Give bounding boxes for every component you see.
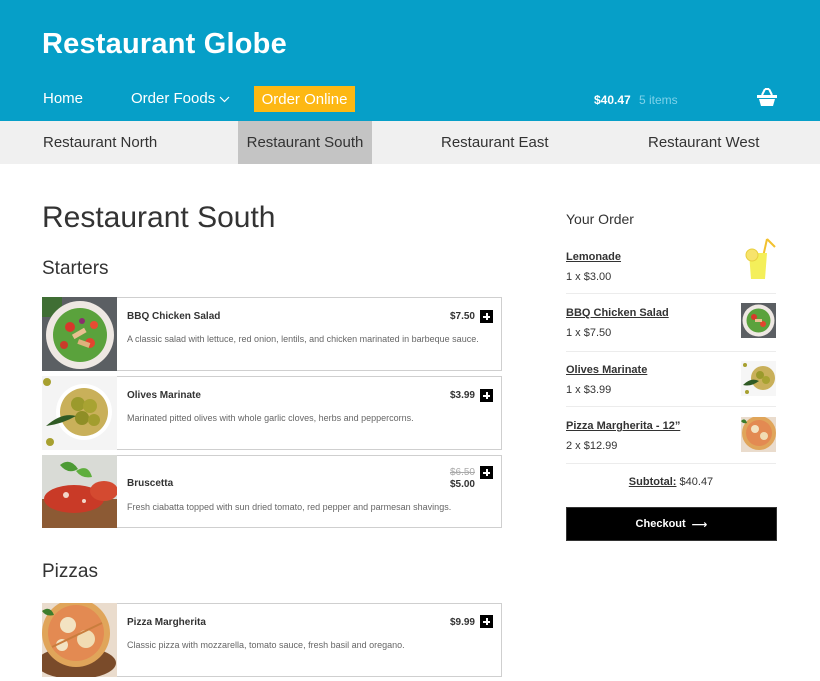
- salad-image: [741, 303, 776, 338]
- order-item: Olives Marinate 1 x $3.99: [566, 361, 776, 404]
- menu-item: Pizza Margherita Classic pizza with mozz…: [42, 603, 502, 677]
- pizza-image: [42, 603, 117, 677]
- add-to-order-button[interactable]: [480, 389, 493, 402]
- olives-image: [741, 361, 776, 396]
- nav-order-foods-label: Order Foods: [131, 90, 216, 107]
- order-divider: [566, 406, 776, 407]
- olives-image: [42, 376, 117, 450]
- menu-item-name: Bruscetta: [127, 478, 174, 489]
- lemonade-image: [741, 237, 776, 281]
- cart-item-count: 5 items: [639, 93, 678, 107]
- section-title-pizzas: Pizzas: [42, 561, 98, 582]
- menu-item-name: BBQ Chicken Salad: [127, 311, 221, 322]
- menu-item-description: A classic salad with lettuce, red onion,…: [127, 334, 479, 344]
- order-item-quantity: 1 x $7.50: [566, 327, 612, 339]
- menu-item: BBQ Chicken Salad A classic salad with l…: [42, 297, 502, 371]
- subtotal-value: $40.47: [679, 476, 714, 488]
- arrow-right-icon: ⟶: [691, 518, 708, 531]
- site-title[interactable]: Restaurant Globe: [42, 28, 287, 61]
- order-item-quantity: 2 x $12.99: [566, 440, 618, 452]
- nav-order-foods-dropdown[interactable]: Order Foods: [131, 90, 230, 107]
- menu-item-price: $7.50: [449, 311, 475, 322]
- order-online-button[interactable]: Order Online: [254, 86, 355, 112]
- menu-item-description: Fresh ciabatta topped with sun dried tom…: [127, 502, 452, 512]
- menu-item-price: $9.99: [449, 617, 475, 628]
- menu-item-sale-price: $5.00: [449, 479, 475, 490]
- order-title: Your Order: [566, 211, 634, 227]
- tab-restaurant-west[interactable]: Restaurant West: [648, 121, 759, 164]
- nav-home-link[interactable]: Home: [43, 90, 83, 107]
- bruschetta-image: [42, 455, 117, 529]
- chevron-down-icon: [219, 96, 230, 103]
- page-title: Restaurant South: [42, 201, 276, 234]
- checkout-label: Checkout: [635, 518, 686, 530]
- order-item: Lemonade 1 x $3.00: [566, 237, 776, 291]
- order-item-name[interactable]: Lemonade: [566, 251, 621, 263]
- tab-restaurant-north[interactable]: Restaurant North: [43, 121, 157, 164]
- menu-item-description: Classic pizza with mozzarella, tomato sa…: [127, 640, 405, 650]
- menu-item-price: $3.99: [449, 390, 475, 401]
- section-title-starters: Starters: [42, 258, 109, 279]
- tab-restaurant-east[interactable]: Restaurant East: [441, 121, 549, 164]
- menu-item: Bruscetta Fresh ciabatta topped with sun…: [42, 455, 502, 528]
- subtotal-label: Subtotal:: [628, 476, 677, 488]
- tab-restaurant-south[interactable]: Restaurant South: [238, 121, 372, 164]
- add-to-order-button[interactable]: [480, 310, 493, 323]
- order-divider: [566, 463, 776, 464]
- cart-total: $40.47: [594, 93, 631, 107]
- basket-icon[interactable]: [756, 87, 778, 107]
- pizza-image: [741, 417, 776, 452]
- order-item: BBQ Chicken Salad 1 x $7.50: [566, 303, 776, 347]
- order-item: Pizza Margherita - 12” 2 x $12.99: [566, 417, 776, 460]
- order-item-name[interactable]: BBQ Chicken Salad: [566, 307, 669, 319]
- order-divider: [566, 351, 776, 352]
- order-subtotal: Subtotal: $40.47: [566, 476, 776, 488]
- menu-item: Olives Marinate Marinated pitted olives …: [42, 376, 502, 450]
- salad-image: [42, 297, 117, 371]
- checkout-button[interactable]: Checkout ⟶: [566, 507, 777, 541]
- menu-item-description: Marinated pitted olives with whole garli…: [127, 413, 414, 423]
- add-to-order-button[interactable]: [480, 615, 493, 628]
- menu-item-original-price: $6.50: [449, 467, 475, 478]
- order-item-name[interactable]: Pizza Margherita - 12”: [566, 420, 680, 432]
- menu-item-name: Olives Marinate: [127, 390, 201, 401]
- order-item-quantity: 1 x $3.99: [566, 384, 612, 396]
- order-divider: [566, 293, 776, 294]
- order-item-name[interactable]: Olives Marinate: [566, 364, 647, 376]
- menu-item-name: Pizza Margherita: [127, 617, 206, 628]
- order-item-quantity: 1 x $3.00: [566, 271, 612, 283]
- site-header: Restaurant Globe Home Order Foods Order …: [0, 0, 820, 121]
- restaurant-tabs: Restaurant North Restaurant South Restau…: [0, 121, 820, 164]
- add-to-order-button[interactable]: [480, 466, 493, 479]
